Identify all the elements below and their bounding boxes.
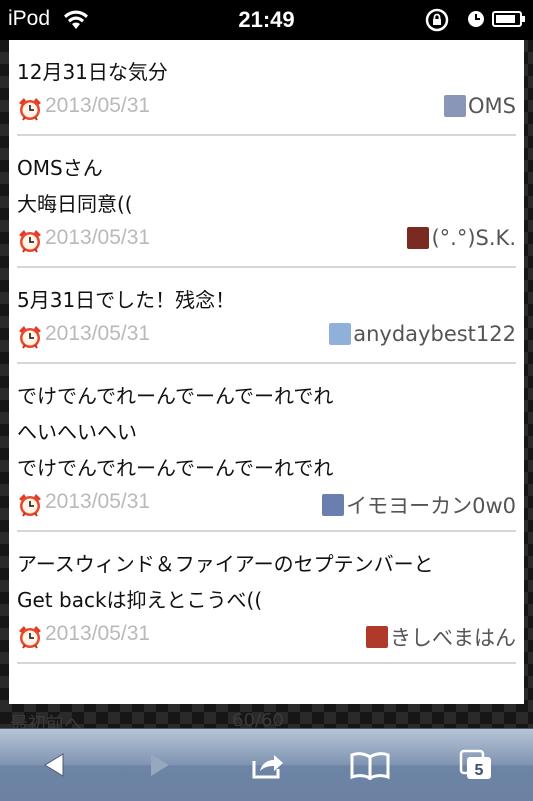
tabs-count: 5: [475, 762, 484, 779]
comment-item: 12月31日な気分 2013/05/31 OMS: [17, 40, 516, 136]
comment-date: 2013/05/31: [45, 622, 151, 645]
comment-text: でけでんでれーんでーんでーれでれ: [17, 456, 334, 480]
avatar: [444, 95, 467, 117]
comment-text: 5月31日でした！残念！: [17, 288, 236, 312]
comment-text: OMSさん: [17, 156, 103, 180]
comment-author[interactable]: (°.°)S.K.: [407, 226, 516, 250]
comment-text: 12月31日な気分: [17, 60, 168, 84]
author-name: (°.°)S.K.: [431, 226, 516, 250]
avatar: [329, 323, 352, 345]
alarm-clock-icon: [17, 324, 43, 350]
comment-meta: 2013/05/31 イモヨーカン0w0: [17, 486, 516, 522]
comment-author[interactable]: きしべまはん: [366, 622, 516, 652]
bookmarks-button[interactable]: [350, 745, 390, 785]
forward-button[interactable]: [140, 745, 180, 785]
alarm-status-icon: [468, 11, 484, 27]
status-bar: iPod 21:49: [0, 0, 533, 40]
comment-item: OMSさん大晦日同意(( 2013/05/31 (°.°)S.K.: [17, 136, 516, 268]
author-name: イモヨーカン0w0: [346, 494, 516, 518]
comment-meta: 2013/05/31 (°.°)S.K.: [17, 222, 516, 258]
avatar: [407, 227, 430, 249]
comment-text: Get backは抑えとこうべ((: [17, 588, 263, 612]
author-name: OMS: [468, 94, 516, 118]
comments-panel: 12月31日な気分 2013/05/31 OMS OMSさん大晦日同意(( 2013/0…: [9, 40, 524, 704]
comment-meta: 2013/05/31 anydaybest122: [17, 318, 516, 354]
alarm-clock-icon: [17, 624, 43, 650]
status-time: 21:49: [238, 7, 295, 32]
bookmarks-icon: [350, 752, 390, 780]
forward-arrow-icon: [151, 754, 169, 776]
comment-author[interactable]: anydaybest122: [329, 322, 516, 346]
author-name: きしべまはん: [390, 626, 516, 650]
tabs-icon: 5: [459, 749, 491, 779]
alarm-clock-icon: [17, 228, 43, 254]
share-icon: [252, 755, 283, 779]
battery-icon: [492, 11, 525, 27]
back-arrow-icon: [44, 753, 64, 777]
comment-date: 2013/05/31: [45, 226, 151, 249]
comment-author[interactable]: イモヨーカン0w0: [322, 490, 516, 520]
comment-meta: 2013/05/31 OMS: [17, 90, 516, 126]
comment-text: でけでんでれーんでーんでーれでれ: [17, 384, 334, 408]
comment-item: でけでんでれーんでーんでーれでれ へいへいへい でけでんでれーんでーんでーれでれ 20…: [17, 364, 516, 532]
comment-meta: 2013/05/31 きしべまはん: [17, 618, 516, 654]
alarm-clock-icon: [17, 492, 43, 518]
share-button[interactable]: [248, 745, 288, 785]
comment-item: 5月31日でした！残念！ 2013/05/31 anydaybest122: [17, 268, 516, 364]
comment-date: 2013/05/31: [45, 490, 151, 513]
comment-text: へいへいへい: [17, 420, 137, 444]
comment-text: アースウィンド＆ファイアーのセプテンバーと: [17, 552, 434, 576]
comment-date: 2013/05/31: [45, 322, 151, 345]
comment-author[interactable]: OMS: [444, 94, 516, 118]
browser-toolbar: 5: [0, 728, 533, 801]
comment-item: アースウィンド＆ファイアーのセプテンバーと Get backは抑えとこうべ(( 20…: [17, 532, 516, 664]
alarm-clock-icon: [17, 96, 43, 122]
rotation-lock-icon: [425, 8, 449, 32]
back-button[interactable]: [34, 745, 74, 785]
avatar: [322, 494, 345, 516]
avatar: [366, 626, 388, 648]
comment-date: 2013/05/31: [45, 94, 151, 117]
tabs-button[interactable]: 5: [456, 745, 496, 785]
comment-text: 大晦日同意((: [17, 192, 133, 216]
author-name: anydaybest122: [353, 322, 516, 346]
